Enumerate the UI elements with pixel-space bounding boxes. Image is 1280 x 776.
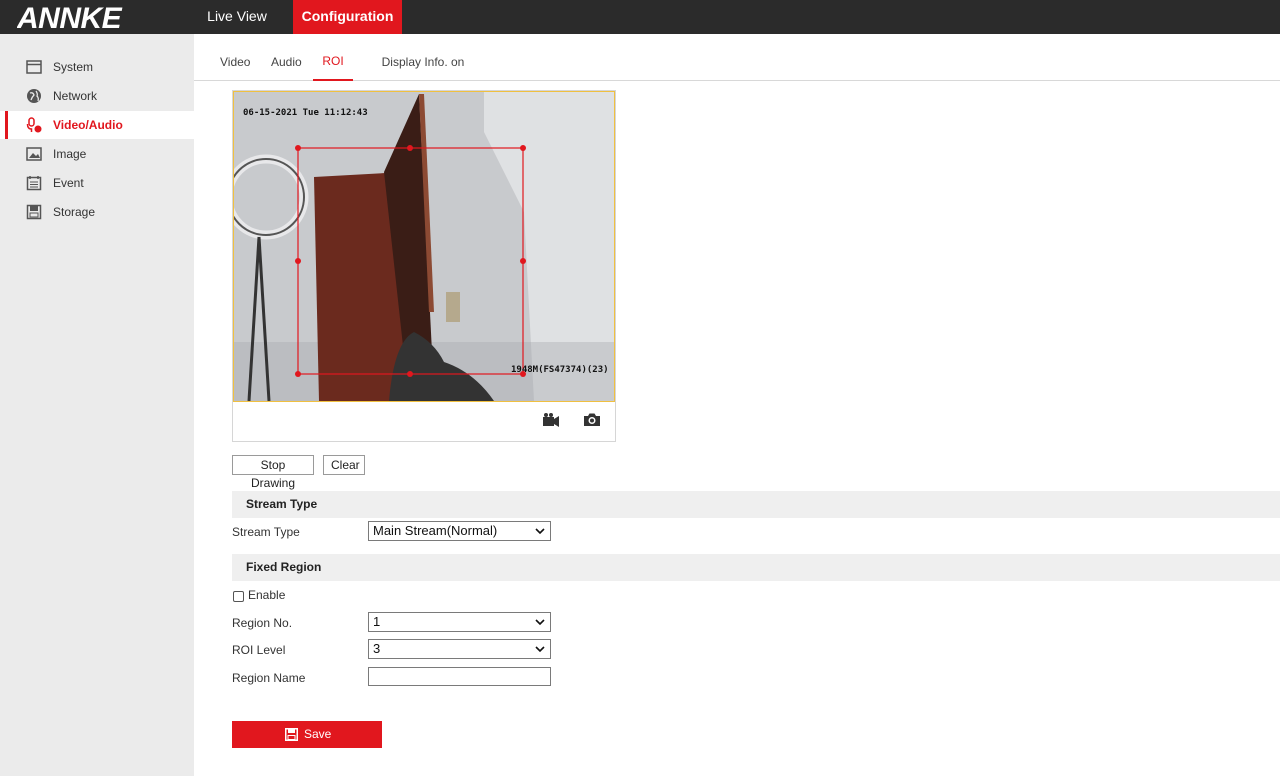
system-icon — [26, 59, 42, 75]
region-no-select[interactable]: 1 — [368, 612, 551, 632]
stream-type-label: Stream Type — [232, 525, 300, 539]
live-video-frame[interactable]: 06-15-2021 Tue 11:12:43 1948M(FS47374)(2… — [233, 91, 615, 402]
chevron-down-icon — [535, 528, 545, 535]
region-no-label: Region No. — [232, 616, 293, 630]
annke-logo: ANNKE — [17, 2, 127, 32]
roi-handle — [407, 145, 413, 151]
roi-handle — [520, 258, 526, 264]
tab-audio[interactable]: Audio — [271, 34, 302, 80]
enable-label: Enable — [248, 588, 286, 602]
sidebar-item-label: Network — [53, 89, 98, 103]
event-icon — [26, 175, 42, 191]
snapshot-icon[interactable] — [582, 410, 602, 430]
tab-display-info-on-stream[interactable]: Display Info. on Stream — [366, 34, 480, 126]
tab-roi[interactable]: ROI — [313, 34, 353, 81]
tab-video[interactable]: Video — [220, 34, 250, 80]
tab-bar: Video Audio ROI Display Info. on Stream — [194, 34, 1280, 126]
roi-handle — [295, 145, 301, 151]
roi-level-select[interactable]: 3 — [368, 639, 551, 659]
roi-handle — [407, 371, 413, 377]
section-title: Fixed Region — [246, 560, 322, 574]
sidebar-item-label: Event — [53, 176, 84, 190]
sidebar-item-system[interactable]: System — [0, 53, 194, 81]
sidebar-item-label: System — [53, 60, 94, 74]
section-title: Stream Type — [246, 497, 318, 511]
sidebar-item-network[interactable]: Network — [0, 82, 194, 110]
save-label: Save — [304, 727, 332, 741]
region-name-label: Region Name — [232, 671, 306, 685]
save-icon — [285, 728, 298, 741]
osd-camera-name: 1948M(FS47374)(23) — [511, 365, 609, 375]
sidebar-item-video-audio[interactable]: Video/Audio — [0, 111, 194, 139]
stop-drawing-button[interactable]: Stop Drawing — [232, 455, 314, 490]
stream-type-select[interactable]: Main Stream(Normal) — [368, 521, 551, 541]
image-icon — [26, 146, 42, 162]
sidebar-item-storage[interactable]: Storage — [0, 198, 194, 226]
enable-checkbox[interactable] — [233, 591, 244, 602]
select-value: 1 — [373, 614, 381, 629]
select-value: Main Stream(Normal) — [373, 523, 498, 538]
video-audio-icon — [26, 117, 42, 133]
network-icon — [26, 88, 42, 104]
top-navigation-bar: ANNKE Live View Configuration — [0, 0, 1280, 34]
sidebar-item-label: Video/Audio — [53, 118, 123, 132]
region-name-input[interactable] — [368, 667, 551, 686]
record-icon[interactable] — [541, 410, 561, 430]
scene-wall-switch — [446, 292, 460, 322]
roi-handle — [295, 258, 301, 264]
nav-configuration[interactable]: Configuration — [293, 0, 402, 34]
logo-text: ANNKE — [17, 2, 123, 32]
video-toolbar — [233, 402, 615, 441]
select-value: 3 — [373, 641, 381, 656]
osd-timestamp: 06-15-2021 Tue 11:12:43 — [243, 108, 368, 118]
sidebar-item-event[interactable]: Event — [0, 169, 194, 197]
sidebar: System Network Video/Audio Image Event S… — [0, 34, 194, 776]
sidebar-item-label: Image — [53, 147, 87, 161]
storage-icon — [26, 204, 42, 220]
stream-type-section-header: Stream Type — [232, 491, 1280, 518]
chevron-down-icon — [535, 619, 545, 626]
roi-handle — [520, 145, 526, 151]
sidebar-item-image[interactable]: Image — [0, 140, 194, 168]
video-preview-panel: 06-15-2021 Tue 11:12:43 1948M(FS47374)(2… — [232, 90, 616, 442]
roi-handle — [295, 371, 301, 377]
roi-level-label: ROI Level — [232, 643, 286, 657]
clear-button[interactable]: Clear — [323, 455, 365, 475]
save-button[interactable]: Save — [232, 721, 382, 748]
chevron-down-icon — [535, 646, 545, 653]
nav-live-view[interactable]: Live View — [196, 0, 278, 34]
sidebar-item-label: Storage — [53, 205, 96, 219]
fixed-region-section-header: Fixed Region — [232, 554, 1280, 581]
